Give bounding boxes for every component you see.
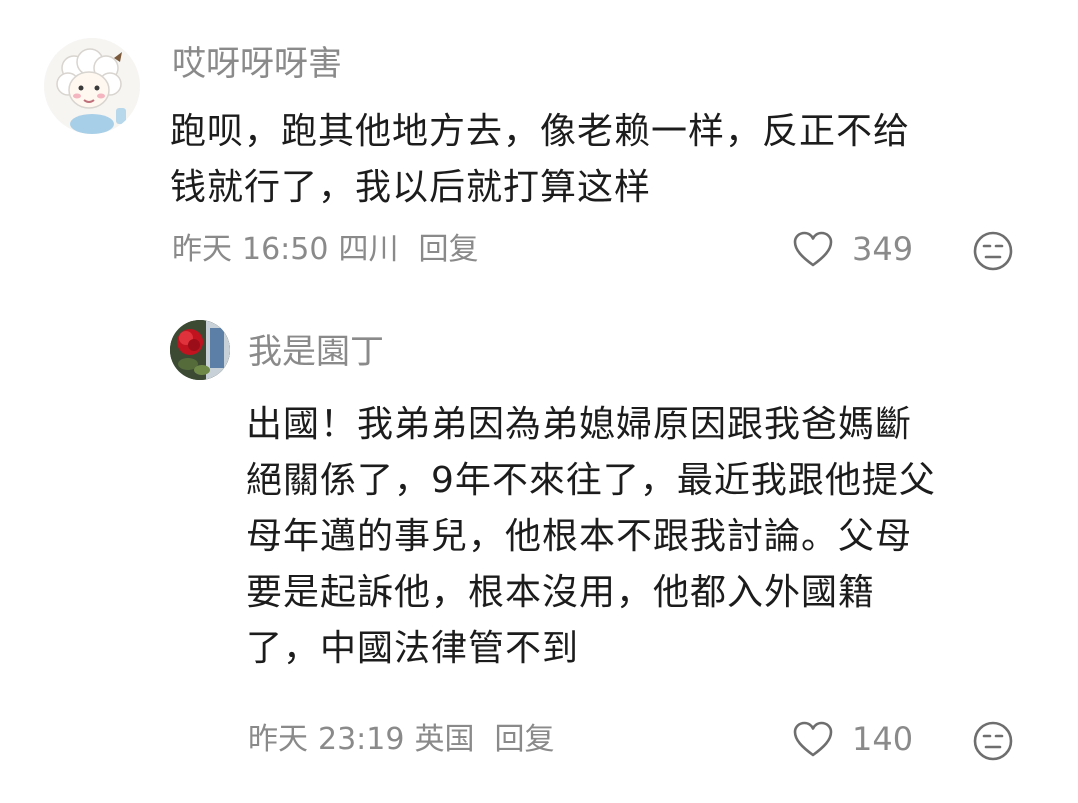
- reply-item: 我是園丁 出國！我弟弟因為弟媳婦原因跟我爸媽斷 絕關係了，9年不來往了，最近我跟…: [0, 300, 1078, 803]
- reply-like-button[interactable]: 140: [792, 720, 913, 758]
- reply-text-line: 出國！我弟弟因為弟媳婦原因跟我爸媽斷: [246, 404, 913, 445]
- comment-time: 16:50: [242, 232, 329, 267]
- reply-time: 23:19: [318, 722, 405, 757]
- reply-text-line: 絕關係了，9年不來往了，最近我跟他提父: [246, 460, 936, 501]
- reply-meta: 昨天 23:19 英国 回复: [248, 720, 564, 760]
- reply-text-line: 了，中國法律管不到: [246, 628, 580, 669]
- reply-dislike-button[interactable]: [972, 720, 1014, 766]
- comment-meta: 昨天 16:50 四川 回复: [172, 230, 488, 270]
- reply-text-line: 要是起訴他，根本沒用，他都入外國籍: [246, 572, 876, 613]
- comment-item: 哎呀呀呀害 跑呗，跑其他地方去，像老赖一样，反正不给 钱就行了，我以后就打算这样…: [0, 0, 1078, 300]
- reply-location: 英国: [414, 722, 475, 757]
- reply-like-count: 140: [852, 720, 914, 758]
- unhappy-face-icon: [973, 231, 1013, 271]
- like-button[interactable]: 349: [792, 230, 913, 268]
- comment-text-line: 钱就行了，我以后就打算这样: [170, 167, 652, 208]
- red-rose-avatar-icon: [170, 320, 230, 380]
- reply-text: 出國！我弟弟因為弟媳婦原因跟我爸媽斷 絕關係了，9年不來往了，最近我跟他提父 母…: [246, 397, 936, 677]
- reply-button[interactable]: 回复: [418, 232, 478, 267]
- heart-icon: [793, 231, 833, 267]
- comment-text: 跑呗，跑其他地方去，像老赖一样，反正不给 钱就行了，我以后就打算这样: [170, 104, 910, 216]
- like-count: 349: [852, 230, 914, 268]
- reply-reply-button[interactable]: 回复: [494, 722, 554, 757]
- reply-username[interactable]: 我是園丁: [248, 332, 384, 372]
- reply-text-line: 母年邁的事兒，他根本不跟我討論。父母: [246, 516, 913, 557]
- reply-date: 昨天: [248, 722, 308, 757]
- unhappy-face-icon: [973, 721, 1013, 761]
- cartoon-sheep-avatar-icon: [44, 38, 140, 134]
- user-avatar[interactable]: [44, 38, 140, 134]
- comment-text-line: 跑呗，跑其他地方去，像老赖一样，反正不给: [170, 111, 911, 152]
- reply-user-avatar[interactable]: [170, 320, 230, 380]
- comment-location: 四川: [338, 232, 399, 267]
- heart-icon: [793, 721, 833, 757]
- comment-username[interactable]: 哎呀呀呀害: [172, 44, 342, 84]
- dislike-button[interactable]: [972, 230, 1014, 276]
- comment-date: 昨天: [172, 232, 232, 267]
